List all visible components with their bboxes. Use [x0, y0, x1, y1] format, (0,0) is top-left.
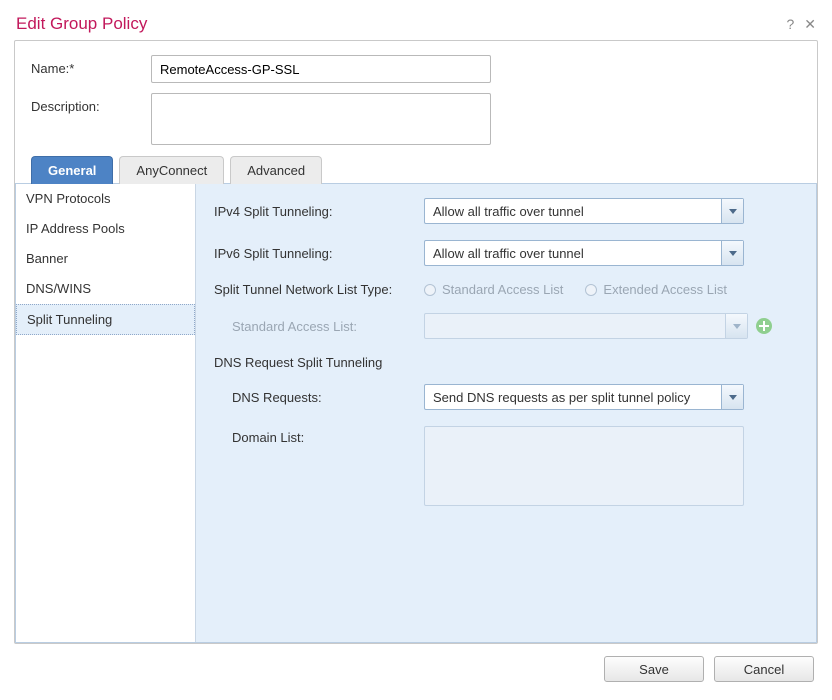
sidenav-vpn-protocols[interactable]: VPN Protocols: [16, 184, 195, 214]
ipv4-split-label: IPv4 Split Tunneling:: [214, 204, 424, 219]
domain-list-box: [424, 426, 744, 506]
sidenav-ip-pools[interactable]: IP Address Pools: [16, 214, 195, 244]
radio-icon: [585, 284, 597, 296]
save-button[interactable]: Save: [604, 656, 704, 682]
dialog-title: Edit Group Policy: [16, 14, 147, 34]
ipv6-split-label: IPv6 Split Tunneling:: [214, 246, 424, 261]
radio-standard-access-list: Standard Access List: [424, 282, 563, 297]
chevron-down-icon: [725, 314, 747, 338]
dns-requests-label: DNS Requests:: [214, 390, 424, 405]
chevron-down-icon[interactable]: [721, 385, 743, 409]
name-label: Name:*: [31, 55, 151, 76]
standard-access-list-label: Standard Access List:: [214, 319, 424, 334]
radio-extended-access-list: Extended Access List: [585, 282, 727, 297]
ipv6-split-select[interactable]: Allow all traffic over tunnel: [424, 240, 744, 266]
tab-anyconnect[interactable]: AnyConnect: [119, 156, 224, 184]
radio-icon: [424, 284, 436, 296]
ipv4-split-value: Allow all traffic over tunnel: [425, 204, 721, 219]
ipv4-split-select[interactable]: Allow all traffic over tunnel: [424, 198, 744, 224]
standard-access-list-select: [424, 313, 748, 339]
description-input[interactable]: [151, 93, 491, 145]
sidenav-dns-wins[interactable]: DNS/WINS: [16, 274, 195, 304]
ipv6-split-value: Allow all traffic over tunnel: [425, 246, 721, 261]
add-icon[interactable]: [756, 318, 772, 334]
domain-list-label: Domain List:: [214, 426, 424, 445]
dns-requests-value: Send DNS requests as per split tunnel po…: [425, 390, 721, 405]
side-nav: VPN Protocols IP Address Pools Banner DN…: [16, 184, 196, 642]
cancel-button[interactable]: Cancel: [714, 656, 814, 682]
dns-requests-select[interactable]: Send DNS requests as per split tunnel po…: [424, 384, 744, 410]
list-type-label: Split Tunnel Network List Type:: [214, 282, 424, 297]
sidenav-split-tunneling[interactable]: Split Tunneling: [16, 304, 195, 335]
close-icon[interactable]: ✕: [804, 17, 816, 31]
tab-general[interactable]: General: [31, 156, 113, 184]
radio-standard-label: Standard Access List: [442, 282, 563, 297]
chevron-down-icon[interactable]: [721, 241, 743, 265]
description-label: Description:: [31, 93, 151, 114]
dns-section-header: DNS Request Split Tunneling: [214, 355, 798, 370]
radio-extended-label: Extended Access List: [603, 282, 727, 297]
help-icon[interactable]: ?: [786, 17, 794, 31]
tab-advanced[interactable]: Advanced: [230, 156, 322, 184]
name-input[interactable]: [151, 55, 491, 83]
chevron-down-icon[interactable]: [721, 199, 743, 223]
sidenav-banner[interactable]: Banner: [16, 244, 195, 274]
